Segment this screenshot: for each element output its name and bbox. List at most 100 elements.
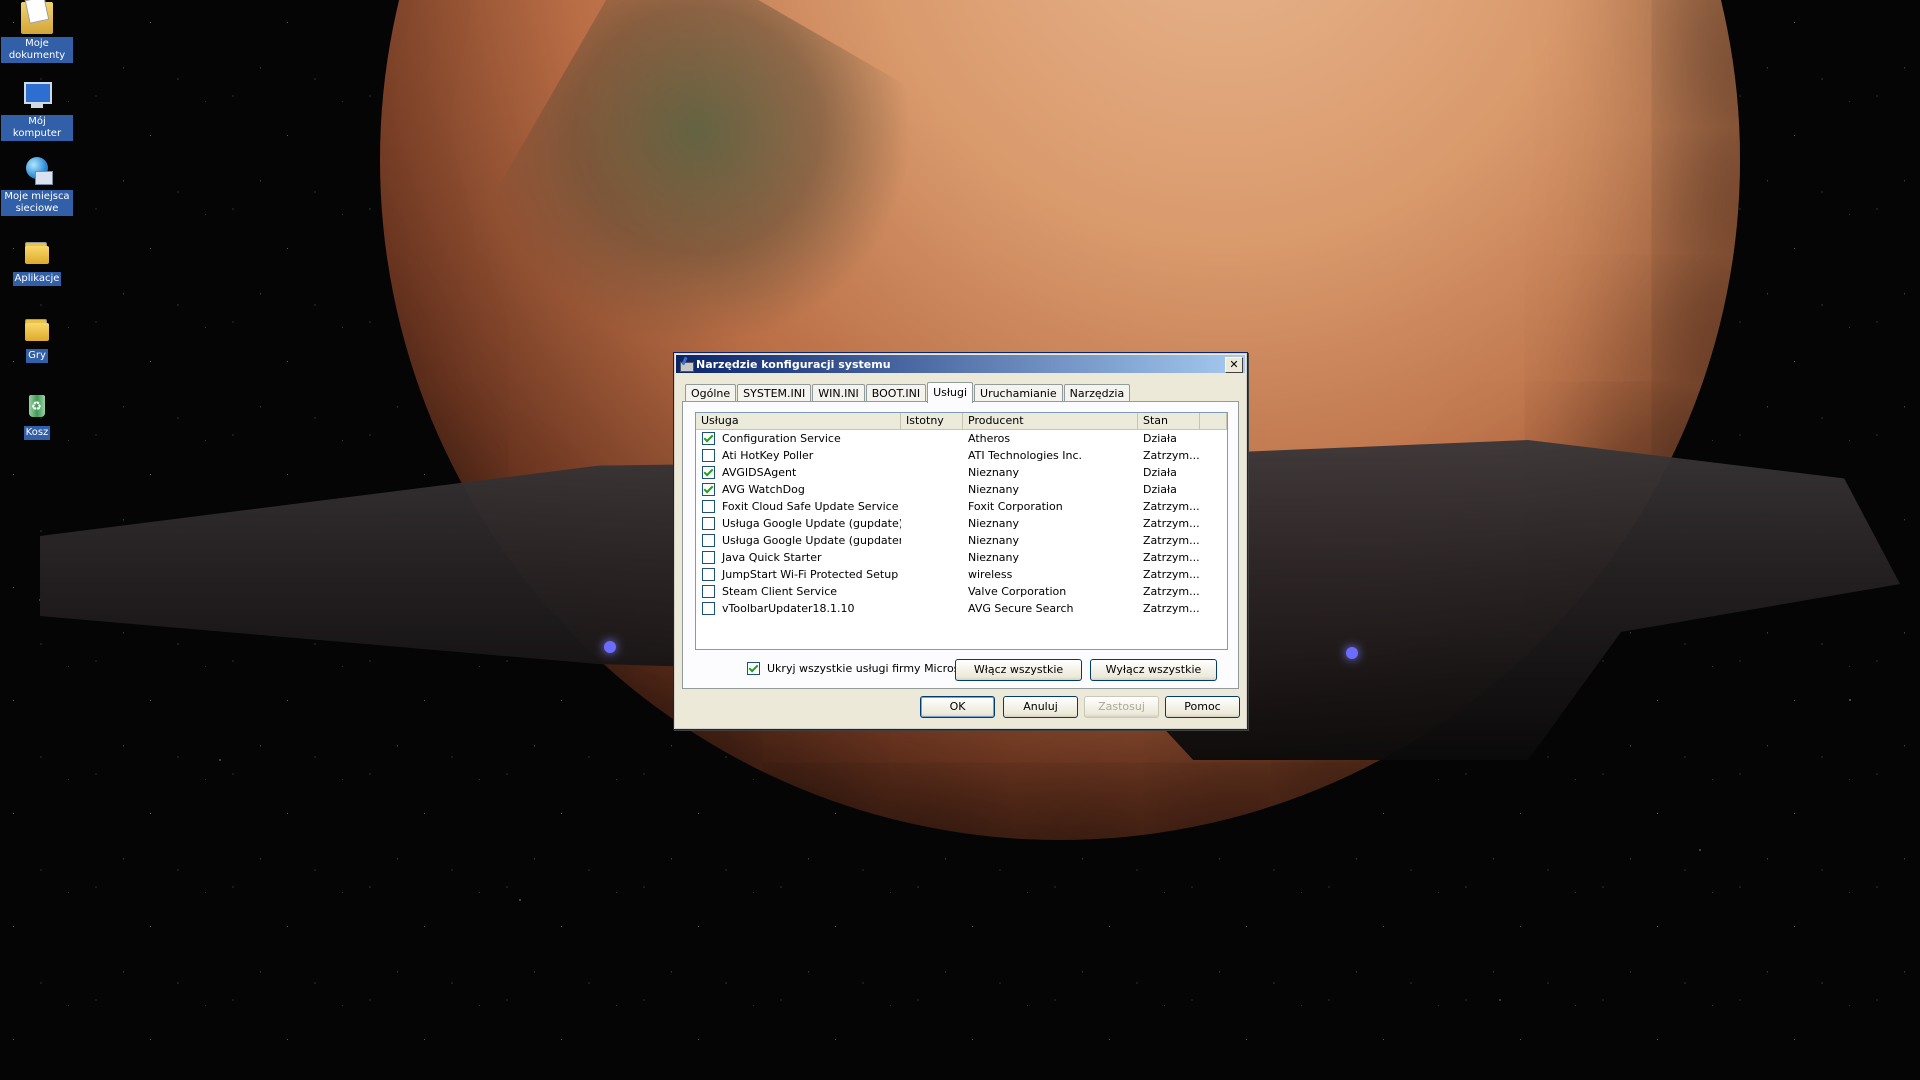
service-name: Ati HotKey Poller: [722, 449, 814, 462]
service-manufacturer: Valve Corporation: [968, 585, 1067, 598]
service-checkbox[interactable]: [702, 534, 715, 547]
service-checkbox[interactable]: [702, 500, 715, 513]
help-button[interactable]: Pomoc: [1165, 696, 1240, 718]
service-name: Usługa Google Update (gupdatem): [722, 534, 901, 547]
enable-all-button[interactable]: Włącz wszystkie: [955, 659, 1082, 681]
service-name-cell: Ati HotKey Poller: [696, 449, 901, 462]
service-status: Działa: [1143, 483, 1177, 496]
dialog-titlebar[interactable]: Narzędzie konfiguracji systemu ✕: [676, 355, 1245, 373]
hide-microsoft-services-checkbox[interactable]: [747, 662, 760, 675]
service-name: Configuration Service: [722, 432, 841, 445]
service-manufacturer: ATI Technologies Inc.: [968, 449, 1083, 462]
service-name-cell: Java Quick Starter: [696, 551, 901, 564]
hide-microsoft-services-option[interactable]: Ukryj wszystkie usługi firmy Microsoft: [747, 662, 974, 675]
service-name: Foxit Cloud Safe Update Service: [722, 500, 899, 513]
table-row[interactable]: AVGIDSAgent Nieznany Działa: [696, 464, 1227, 481]
table-row[interactable]: Steam Client Service Valve Corporation Zat…: [696, 583, 1227, 600]
service-status: Zatrzym...: [1143, 602, 1200, 615]
column-header-essential[interactable]: Istotny: [901, 413, 963, 429]
service-manufacturer: Foxit Corporation: [968, 500, 1063, 513]
desktop-icon-label: Aplikacje: [12, 272, 62, 286]
apply-button[interactable]: Zastosuj: [1084, 696, 1159, 718]
tab-win-ini[interactable]: WIN.INI: [812, 384, 865, 402]
tab-strip: Ogólne SYSTEM.INI WIN.INI BOOT.INI Usług…: [685, 382, 1131, 403]
desktop-icon-network-places[interactable]: Moje miejsca sieciowe: [1, 155, 73, 216]
cancel-button[interactable]: Anuluj: [1003, 696, 1078, 718]
tab-services[interactable]: Usługi: [927, 382, 974, 403]
folder-icon: [21, 236, 53, 268]
service-status: Działa: [1143, 466, 1177, 479]
table-row[interactable]: Java Quick Starter Nieznany Zatrzym...: [696, 549, 1227, 566]
ship-light: [604, 641, 616, 653]
desktop-icon-games[interactable]: Gry: [1, 313, 73, 363]
list-rows: Configuration Service Atheros Działa Ati Ho…: [696, 430, 1227, 617]
service-checkbox[interactable]: [702, 466, 715, 479]
service-checkbox[interactable]: [702, 432, 715, 445]
service-status: Zatrzym...: [1143, 534, 1200, 547]
desktop-icon-my-documents[interactable]: Moje dokumenty: [1, 2, 73, 63]
column-header-service[interactable]: Usługa: [696, 413, 901, 429]
service-name: Usługa Google Update (gupdate): [722, 517, 901, 530]
table-row[interactable]: JumpStart Wi-Fi Protected Setup wireless Z…: [696, 566, 1227, 583]
service-status: Zatrzym...: [1143, 585, 1200, 598]
service-manufacturer: Nieznany: [968, 534, 1020, 547]
table-row[interactable]: Ati HotKey Poller ATI Technologies Inc. Za…: [696, 447, 1227, 464]
service-manufacturer: Nieznany: [968, 517, 1020, 530]
tab-boot-ini[interactable]: BOOT.INI: [865, 384, 927, 402]
table-row[interactable]: vToolbarUpdater18.1.10 AVG Secure Search Z…: [696, 600, 1227, 617]
folder-icon: [21, 313, 53, 345]
service-name: Steam Client Service: [722, 585, 838, 598]
service-manufacturer: wireless: [968, 568, 1013, 581]
service-checkbox[interactable]: [702, 517, 715, 530]
tab-startup[interactable]: Uruchamianie: [974, 384, 1063, 402]
desktop-icon-my-computer[interactable]: Mój komputer: [1, 80, 73, 141]
recycle-bin-icon: ♻: [21, 390, 53, 422]
service-checkbox[interactable]: [702, 602, 715, 615]
service-name-cell: AVGIDSAgent: [696, 466, 901, 479]
close-button[interactable]: ✕: [1225, 357, 1243, 373]
ship-light: [1346, 647, 1358, 659]
column-header-manufacturer[interactable]: Producent: [963, 413, 1138, 429]
table-row[interactable]: Configuration Service Atheros Działa: [696, 430, 1227, 447]
desktop-icon-label: Gry: [26, 349, 48, 363]
desktop-icon-label: Moje miejsca sieciowe: [1, 190, 73, 216]
service-checkbox[interactable]: [702, 585, 715, 598]
desktop-icon-applications[interactable]: Aplikacje: [1, 236, 73, 286]
column-header-status[interactable]: Stan: [1138, 413, 1200, 429]
table-row[interactable]: AVG WatchDog Nieznany Działa: [696, 481, 1227, 498]
service-name-cell: vToolbarUpdater18.1.10: [696, 602, 901, 615]
tab-system-ini[interactable]: SYSTEM.INI: [737, 384, 812, 402]
dialog-title: Narzędzie konfiguracji systemu: [696, 357, 891, 371]
column-header-extra[interactable]: [1200, 413, 1227, 429]
service-status: Zatrzym...: [1143, 517, 1200, 530]
service-name-cell: Usługa Google Update (gupdatem): [696, 534, 901, 547]
service-checkbox[interactable]: [702, 568, 715, 581]
service-name: JumpStart Wi-Fi Protected Setup: [722, 568, 899, 581]
services-list[interactable]: Usługa Istotny Producent Stan Configurat…: [695, 412, 1228, 650]
service-name-cell: Usługa Google Update (gupdate): [696, 517, 901, 530]
service-checkbox[interactable]: [702, 449, 715, 462]
my-documents-icon: [21, 2, 53, 34]
service-status: Zatrzym...: [1143, 449, 1200, 462]
service-status: Działa: [1143, 432, 1177, 445]
desktop-icon-recycle-bin[interactable]: ♻ Kosz: [1, 390, 73, 440]
service-status: Zatrzym...: [1143, 500, 1200, 513]
table-row[interactable]: Foxit Cloud Safe Update Service Foxit Cor…: [696, 498, 1227, 515]
desktop-icon-label: Kosz: [23, 426, 51, 440]
tab-tools[interactable]: Narzędzia: [1063, 384, 1131, 402]
desktop-icon-label: Moje dokumenty: [1, 37, 73, 63]
service-manufacturer: Nieznany: [968, 483, 1020, 496]
ok-button[interactable]: OK: [920, 696, 995, 718]
disable-all-button[interactable]: Wyłącz wszystkie: [1090, 659, 1217, 681]
table-row[interactable]: Usługa Google Update (gupdatem) Nieznany Z…: [696, 532, 1227, 549]
tab-general[interactable]: Ogólne: [685, 384, 737, 402]
hide-microsoft-services-label: Ukryj wszystkie usługi firmy Microsoft: [767, 662, 975, 675]
service-checkbox[interactable]: [702, 483, 715, 496]
service-name: Java Quick Starter: [722, 551, 822, 564]
list-header: Usługa Istotny Producent Stan: [696, 413, 1227, 430]
table-row[interactable]: Usługa Google Update (gupdate) Nieznany Za…: [696, 515, 1227, 532]
service-status: Zatrzym...: [1143, 551, 1200, 564]
service-checkbox[interactable]: [702, 551, 715, 564]
msconfig-dialog: Narzędzie konfiguracji systemu ✕ Ogólne …: [673, 352, 1248, 730]
service-name-cell: Foxit Cloud Safe Update Service: [696, 500, 901, 513]
